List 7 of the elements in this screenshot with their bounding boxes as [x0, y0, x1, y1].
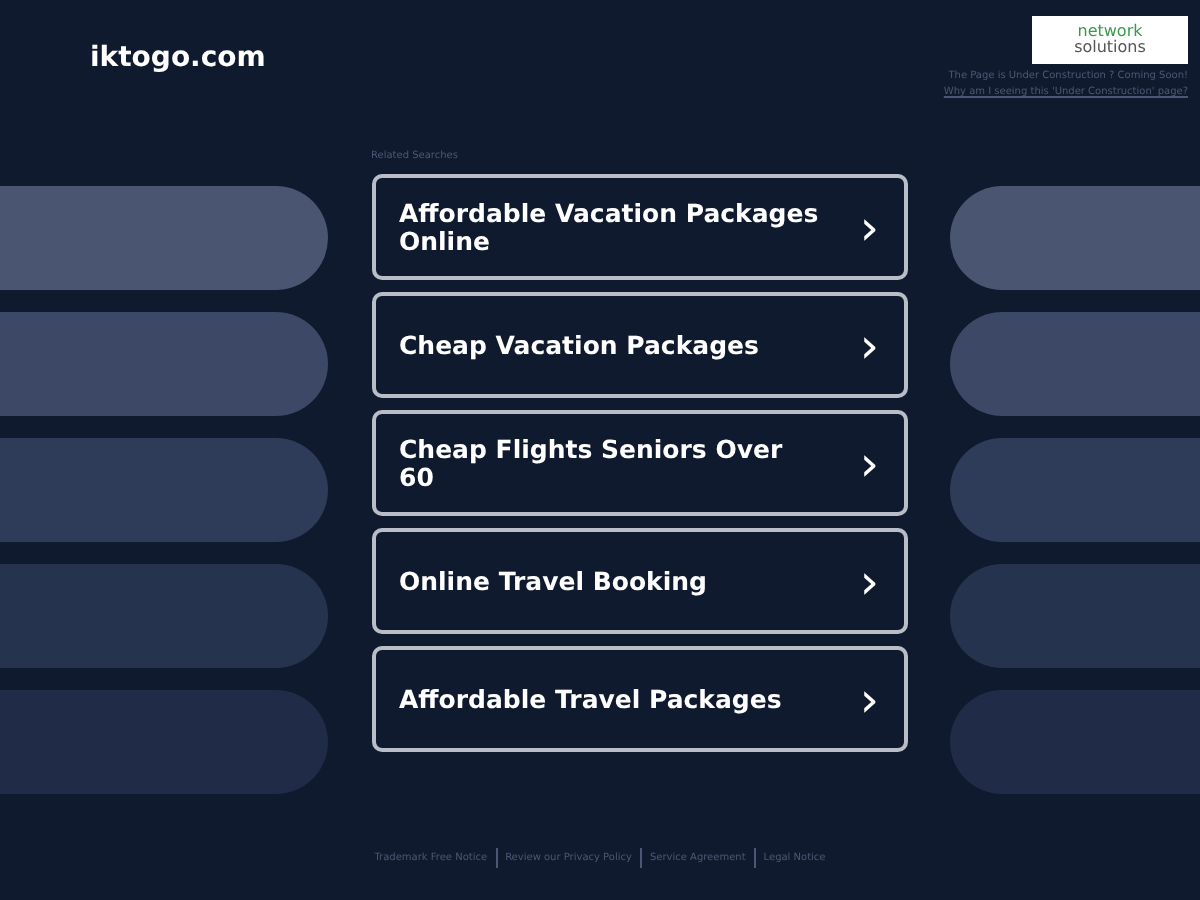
logo[interactable]: network solutions [1032, 16, 1188, 64]
search-link[interactable]: Affordable Travel Packages › [371, 646, 907, 752]
domain-name: iktogo.com [90, 42, 266, 78]
search-link[interactable]: Cheap Vacation Packages › [371, 292, 907, 398]
search-link[interactable]: Online Travel Booking › [371, 528, 907, 634]
search-link[interactable]: Cheap Flights Seniors Over 60 › [371, 410, 907, 516]
search-link[interactable]: Affordable Vacation Packages Online › [371, 174, 907, 280]
